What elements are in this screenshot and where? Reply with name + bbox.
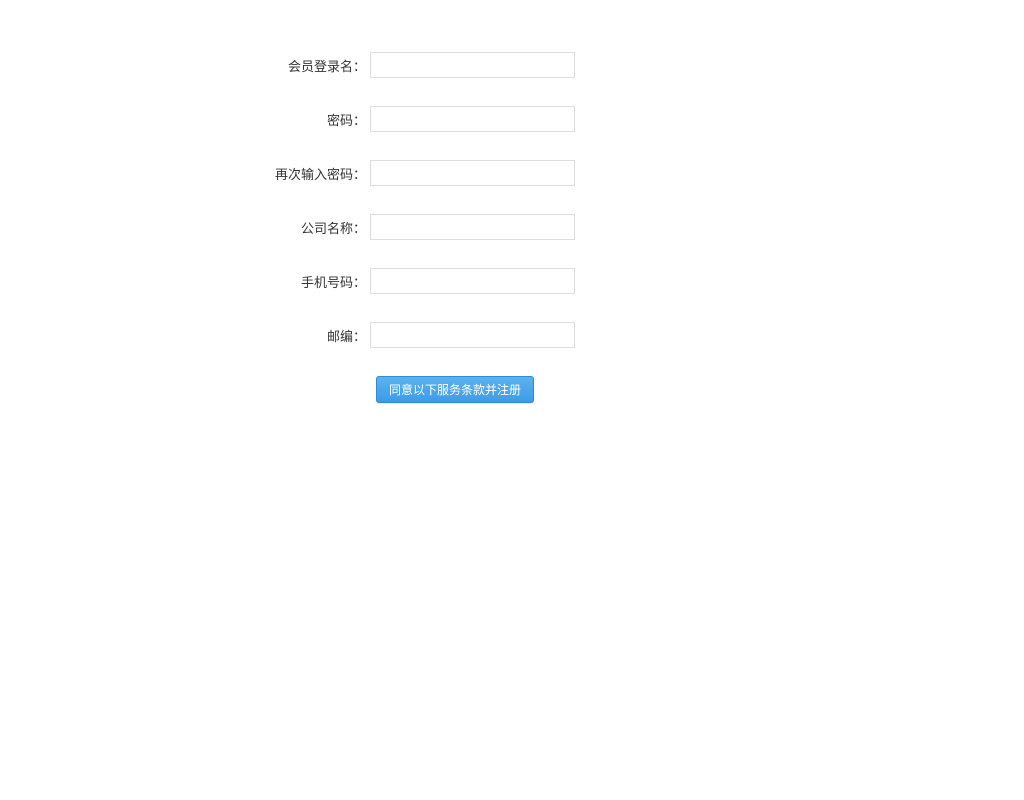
username-input[interactable]: [370, 52, 575, 78]
company-label: 公司名称：: [0, 218, 370, 237]
zipcode-input[interactable]: [370, 322, 575, 348]
password-confirm-label: 再次输入密码：: [0, 164, 370, 183]
password-label: 密码：: [0, 110, 370, 129]
phone-input[interactable]: [370, 268, 575, 294]
submit-button[interactable]: 同意以下服务条款并注册: [376, 376, 534, 403]
company-input[interactable]: [370, 214, 575, 240]
password-confirm-input[interactable]: [370, 160, 575, 186]
username-label: 会员登录名：: [0, 56, 370, 75]
phone-label: 手机号码：: [0, 272, 370, 291]
form-row-password: 密码：: [0, 106, 1024, 132]
password-input[interactable]: [370, 106, 575, 132]
submit-row: 同意以下服务条款并注册: [0, 376, 1024, 403]
form-row-username: 会员登录名：: [0, 52, 1024, 78]
form-row-zipcode: 邮编：: [0, 322, 1024, 348]
zipcode-label: 邮编：: [0, 326, 370, 345]
registration-form: 会员登录名： 密码： 再次输入密码： 公司名称： 手机号码： 邮编： 同意以下服…: [0, 0, 1024, 403]
form-row-password-confirm: 再次输入密码：: [0, 160, 1024, 186]
form-row-phone: 手机号码：: [0, 268, 1024, 294]
form-row-company: 公司名称：: [0, 214, 1024, 240]
button-spacer: [0, 376, 376, 403]
